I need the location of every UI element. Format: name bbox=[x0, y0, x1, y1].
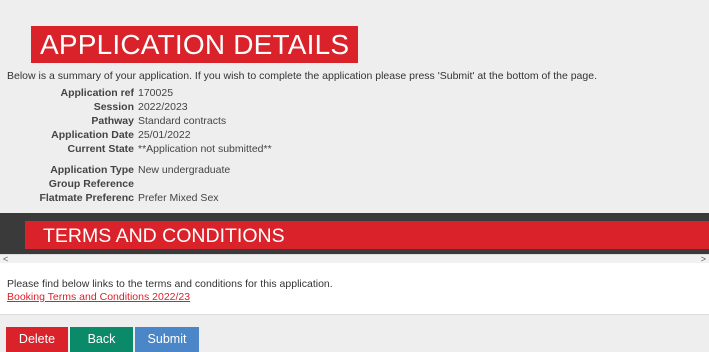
field-value: New undergraduate bbox=[138, 164, 231, 176]
field-label: Pathway bbox=[91, 115, 134, 127]
field-label: Session bbox=[93, 101, 134, 113]
scroll-left-icon[interactable]: < bbox=[3, 254, 8, 264]
horizontal-scrollbar[interactable]: < > bbox=[0, 254, 709, 264]
field-value: 170025 bbox=[138, 87, 174, 99]
field-value: 25/01/2022 bbox=[138, 129, 191, 141]
submit-button[interactable]: Submit bbox=[135, 327, 199, 352]
field-label: Application Date bbox=[51, 129, 134, 141]
scroll-right-icon[interactable]: > bbox=[701, 254, 706, 264]
summary-text: Below is a summary of your application. … bbox=[7, 70, 597, 82]
field-label: Application ref bbox=[60, 87, 134, 99]
booking-terms-link[interactable]: Booking Terms and Conditions 2022/23 bbox=[7, 291, 190, 303]
field-label: Group Reference bbox=[48, 178, 134, 190]
field-value: Prefer Mixed Sex bbox=[138, 192, 219, 204]
field-label: Flatmate Preferenc bbox=[39, 192, 134, 204]
field-value: Standard contracts bbox=[138, 115, 227, 127]
field-value: **Application not submitted** bbox=[138, 143, 272, 155]
delete-button[interactable]: Delete bbox=[6, 327, 68, 352]
terms-title: TERMS AND CONDITIONS bbox=[43, 225, 285, 247]
field-label: Application Type bbox=[50, 164, 134, 176]
field-label: Current State bbox=[67, 143, 134, 155]
page-title: APPLICATION DETAILS bbox=[31, 26, 359, 63]
field-value: 2022/2023 bbox=[138, 101, 188, 113]
back-button[interactable]: Back bbox=[70, 327, 133, 352]
terms-intro-text: Please find below links to the terms and… bbox=[7, 278, 333, 290]
